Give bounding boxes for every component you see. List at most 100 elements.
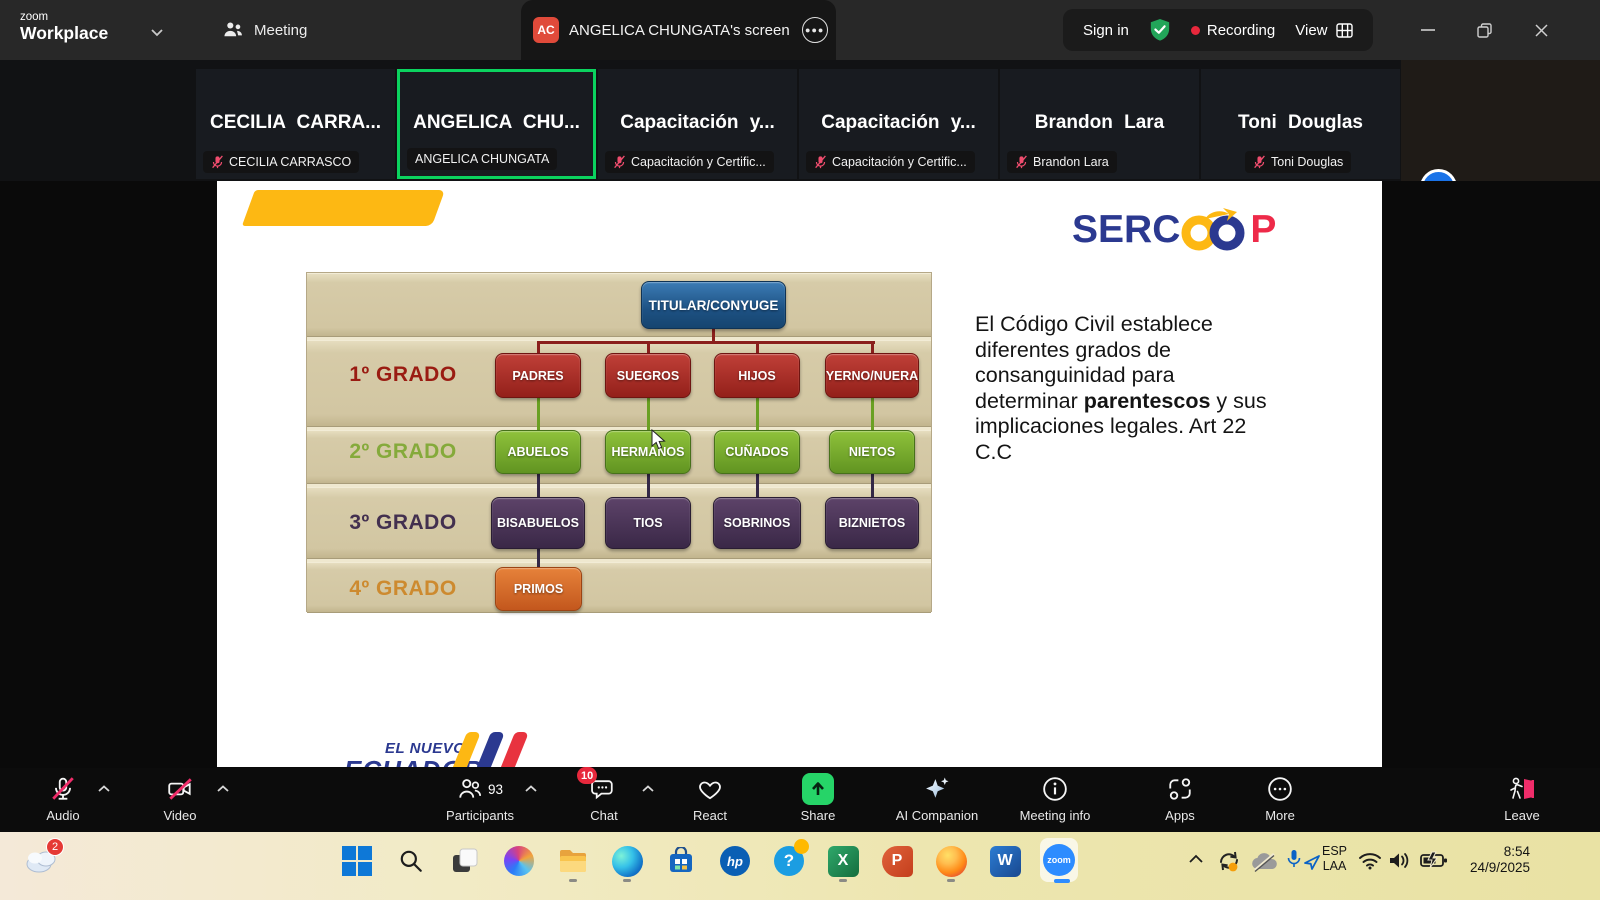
microsoft-store-button[interactable]	[662, 840, 700, 882]
tile-name: CECILIA CARRA...	[200, 112, 391, 134]
participants-options-chevron[interactable]	[524, 784, 538, 794]
muted-mic-icon	[1015, 155, 1028, 169]
org-box-titular: TITULAR/CONYUGE	[641, 281, 786, 329]
audio-options-chevron[interactable]	[97, 784, 111, 794]
tray-time: 8:54	[1430, 844, 1530, 860]
hp-app-button[interactable]: hp	[716, 840, 754, 882]
camera-muted-icon	[166, 776, 194, 802]
org-box-padres: PADRES	[495, 353, 581, 398]
onedrive-sync-icon[interactable]	[1216, 848, 1242, 874]
video-tile-brandon[interactable]: Brandon Lara Brandon Lara	[1000, 69, 1199, 179]
tray-mic-in-use-icon[interactable]	[1287, 849, 1301, 871]
excel-button[interactable]: X	[824, 840, 862, 882]
org-box-hermanos: HERMANOS	[605, 430, 691, 474]
tile-name: Toni Douglas	[1205, 112, 1396, 134]
video-options-chevron[interactable]	[216, 784, 230, 794]
participants-button[interactable]: 93 Participants	[423, 774, 537, 828]
participants-icon	[457, 777, 483, 801]
powerpoint-button[interactable]: P	[878, 840, 916, 882]
shared-slide: SERC P El Código Civil establece diferen…	[217, 181, 1382, 767]
view-button[interactable]: View	[1295, 22, 1352, 39]
chat-options-chevron[interactable]	[641, 784, 655, 794]
apps-button[interactable]: Apps	[1137, 774, 1223, 828]
video-tile-cecilia[interactable]: CECILIA CARRA... CECILIA CARRASCO	[196, 69, 395, 179]
zoom-meeting-toolbar: Audio Video 93 Participants	[0, 768, 1600, 832]
zoom-app-button[interactable]: zoom	[1040, 840, 1078, 882]
copilot-icon	[504, 846, 534, 876]
slide-yellow-decoration	[242, 190, 445, 226]
edge-icon	[612, 846, 643, 877]
edge-button[interactable]	[608, 840, 646, 882]
brand-workplace: Workplace	[20, 23, 108, 43]
org-box-bisabuelos: BISABUELOS	[491, 497, 585, 549]
task-view-button[interactable]	[446, 840, 484, 882]
security-shield-icon[interactable]	[1149, 18, 1171, 42]
video-button[interactable]: Video	[137, 774, 223, 828]
grade-label-1: 1º GRADO	[333, 363, 473, 387]
heart-icon	[697, 777, 723, 801]
taskbar-clock[interactable]: 8:54 24/9/2025	[1430, 844, 1530, 876]
taskbar-search-button[interactable]	[392, 840, 430, 882]
sign-in-button[interactable]: Sign in	[1083, 22, 1129, 39]
word-icon: W	[990, 846, 1021, 877]
apps-label: Apps	[1137, 808, 1223, 823]
tray-show-hidden-icons[interactable]	[1188, 854, 1204, 864]
muted-mic-icon	[211, 155, 224, 169]
zoom-app-running-indicator	[1054, 879, 1070, 883]
speaker-icon[interactable]	[1388, 850, 1412, 871]
ai-companion-button[interactable]: AI Companion	[882, 774, 992, 828]
org-box-hijos: HIJOS	[714, 353, 800, 398]
help-app-button[interactable]: ?	[770, 840, 808, 882]
recording-label: Recording	[1207, 22, 1275, 39]
location-in-use-icon[interactable]	[1303, 853, 1321, 871]
share-button[interactable]: Share	[775, 774, 861, 828]
consanguinity-org-chart: 1º GRADO 2º GRADO 3º GRADO 4º GRADO TITU…	[306, 272, 932, 612]
chat-unread-badge: 10	[577, 767, 597, 784]
video-tile-capacitacion-2[interactable]: Capacitación y... Capacitación y Certifi…	[799, 69, 998, 179]
audio-button[interactable]: Audio	[20, 774, 106, 828]
react-button[interactable]: React	[667, 774, 753, 828]
video-tile-angelica-active-speaker[interactable]: ANGELICA CHU... ANGELICA CHUNGATA	[397, 69, 596, 179]
tab-options-button[interactable]: ●●●	[802, 17, 828, 43]
leave-button[interactable]: Leave	[1479, 774, 1565, 828]
tile-label-text: Toni Douglas	[1271, 155, 1343, 169]
file-explorer-button[interactable]	[554, 840, 592, 882]
chevron-down-icon[interactable]	[150, 24, 164, 42]
firefox-button[interactable]	[932, 840, 970, 882]
zoom-titlebar: zoom Workplace Meeting AC ANGELICA CHUNG…	[0, 0, 1600, 60]
language-indicator[interactable]: ESP LAA	[1322, 844, 1347, 874]
minimize-button[interactable]	[1404, 0, 1452, 60]
tile-nameplate: Capacitación y Certific...	[806, 151, 975, 173]
more-button[interactable]: More	[1237, 774, 1323, 828]
close-button[interactable]	[1517, 0, 1565, 60]
ai-companion-label: AI Companion	[882, 808, 992, 823]
recording-indicator[interactable]: Recording	[1191, 22, 1275, 39]
cloud-offline-icon[interactable]	[1250, 851, 1280, 873]
restore-button[interactable]	[1460, 0, 1508, 60]
view-grid-icon	[1336, 23, 1353, 38]
tab-shared-screen[interactable]: AC ANGELICA CHUNGATA's screen ●●●	[521, 0, 836, 60]
store-icon	[667, 847, 695, 875]
tile-nameplate: CECILIA CARRASCO	[203, 151, 359, 173]
tab-meeting[interactable]: Meeting	[212, 0, 317, 60]
tile-label-text: Capacitación y Certific...	[832, 155, 967, 169]
video-tile-toni[interactable]: Toni Douglas Toni Douglas	[1201, 69, 1400, 179]
chat-button[interactable]: 10 Chat	[561, 774, 647, 828]
taskbar-weather-widget[interactable]: 2	[22, 844, 66, 880]
participants-label: Participants	[423, 808, 537, 823]
titlebar-status-group: Sign in Recording View	[1063, 9, 1373, 51]
task-view-icon	[451, 847, 479, 875]
wifi-icon[interactable]	[1358, 851, 1382, 870]
tile-label-text: ANGELICA CHUNGATA	[415, 152, 549, 166]
video-tile-capacitacion-1[interactable]: Capacitación y... Capacitación y Certifi…	[598, 69, 797, 179]
tile-label-text: CECILIA CARRASCO	[229, 155, 351, 169]
meeting-info-button[interactable]: Meeting info	[1000, 774, 1110, 828]
word-button[interactable]: W	[986, 840, 1024, 882]
org-box-nietos: NIETOS	[829, 430, 915, 474]
muted-mic-icon	[1253, 155, 1266, 169]
sercop-infinity-icon	[1177, 207, 1253, 253]
start-button[interactable]	[338, 840, 376, 882]
tile-name: Brandon Lara	[1004, 112, 1195, 134]
share-label: Share	[775, 808, 861, 823]
copilot-button[interactable]	[500, 840, 538, 882]
